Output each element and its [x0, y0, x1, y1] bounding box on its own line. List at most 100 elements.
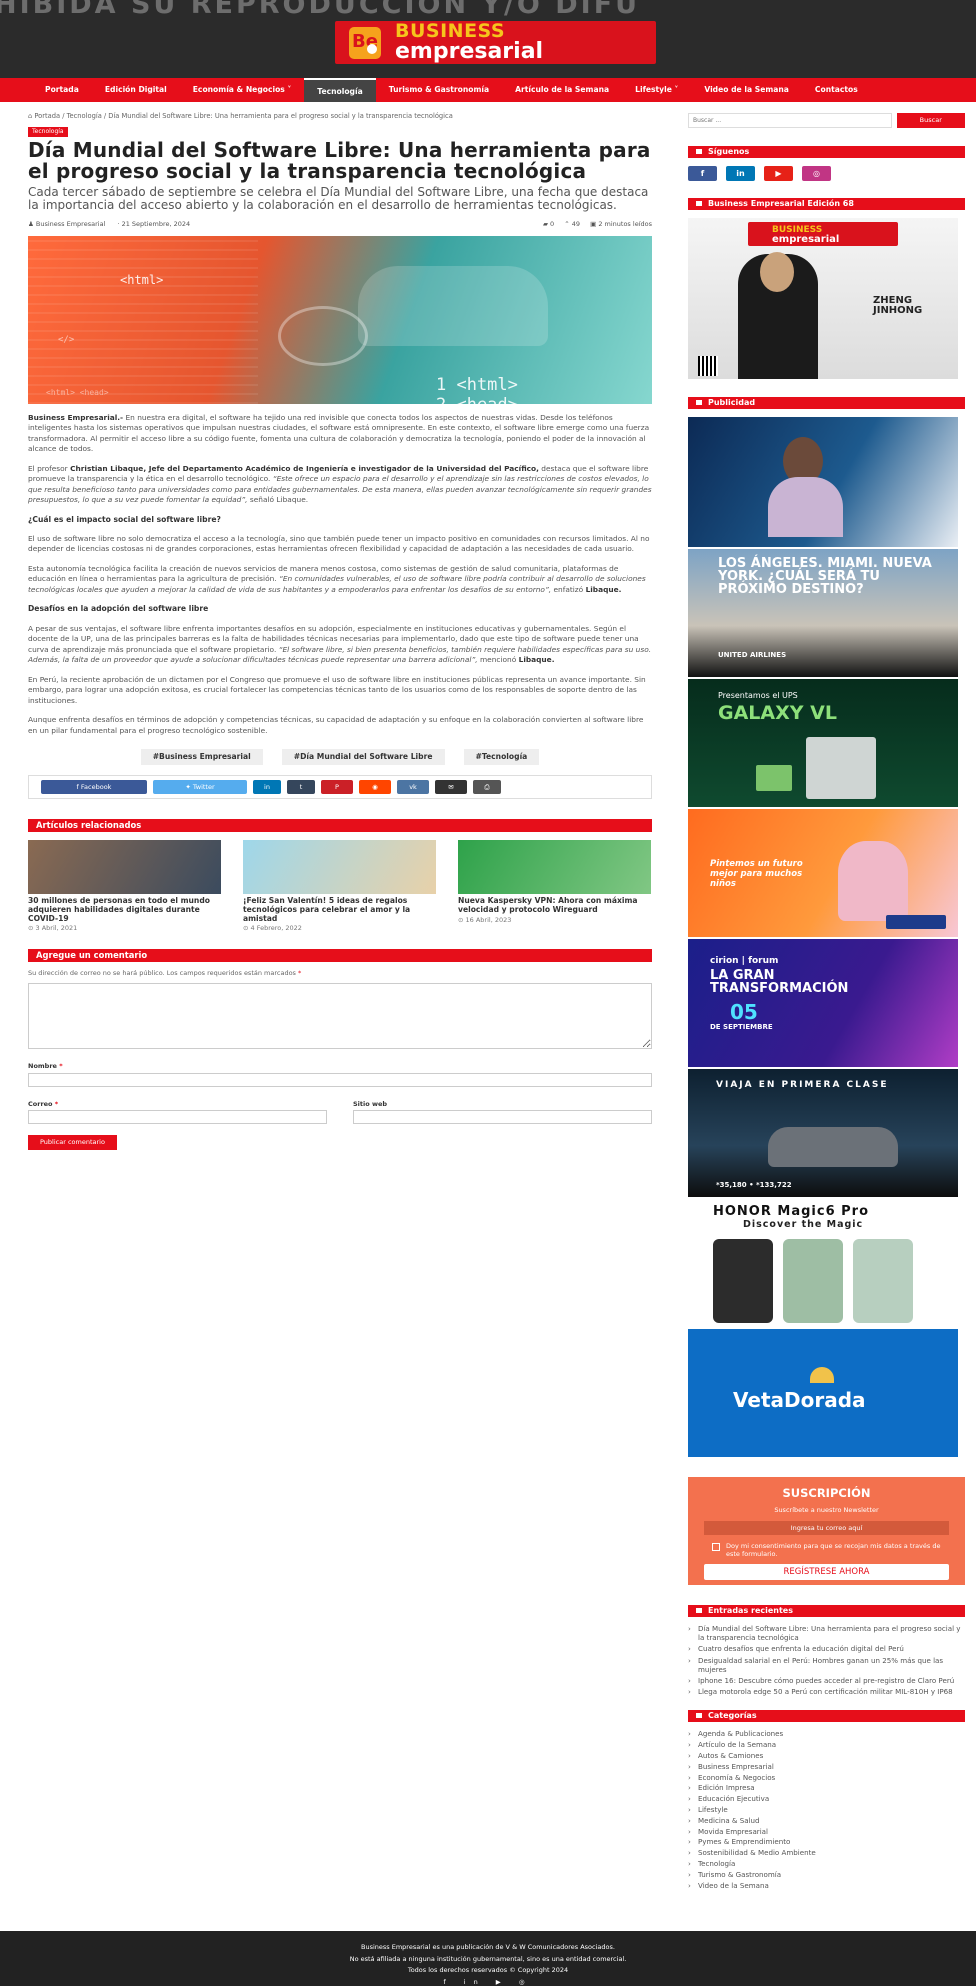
related-card[interactable]: ¡Feliz San Valentín! 5 ideas de regalos … [243, 840, 436, 933]
facebook-share-button[interactable]: f Facebook [41, 780, 147, 795]
twitter-share-button[interactable]: ✦ Twitter [153, 780, 247, 795]
comment-textarea[interactable] [28, 982, 652, 1049]
tumblr-share-button[interactable]: t [287, 780, 315, 795]
section-heading-2: Desafíos en la adopción del software lib… [28, 604, 209, 614]
nav-video-semana[interactable]: Video de la Semana [691, 78, 802, 102]
nav-turismo[interactable]: Turismo & Gastronomía [376, 78, 502, 102]
ad-united-airlines[interactable]: LOS ÁNGELES. MIAMI. NUEVA YORK. ¿CUÁL SE… [688, 549, 958, 677]
reddit-share-button[interactable]: ◉ [359, 780, 391, 795]
email-share-button[interactable]: ✉ [435, 780, 467, 795]
category-badge[interactable]: Tecnología [28, 127, 68, 138]
subscription-email-input[interactable]: Ingresa tu correo aquí [704, 1521, 949, 1536]
ad-bcp[interactable]: Pintemos un futuro mejor para muchos niñ… [688, 809, 958, 937]
subscription-title: SUSCRIPCIÓN [782, 1486, 871, 1500]
category-link[interactable]: Medicina & Salud [688, 1816, 965, 1825]
related-image[interactable] [28, 840, 221, 895]
publish-date: · 21 Septiembre, 2024 [117, 219, 191, 228]
instagram-icon[interactable]: ◎ [802, 166, 831, 181]
ad-ups-galaxy[interactable]: Presentamos el UPS GALAXY VL [688, 679, 958, 807]
magazine-cover[interactable]: BUSINESS empresarial ZHENG JINHONG [688, 218, 958, 379]
subscription-box: SUSCRIPCIÓN Suscríbete a nuestro Newslet… [688, 1477, 965, 1585]
view-count: ⌃ 49 [564, 219, 581, 228]
hero-code-4: 2 <head> [436, 394, 518, 404]
breadcrumb[interactable]: ⌂ Portada / Tecnología / Día Mundial del… [28, 112, 652, 121]
category-link[interactable]: Movida Empresarial [688, 1827, 965, 1836]
ad-honor-sub: Discover the Magic [743, 1219, 864, 1230]
ad-honor[interactable]: HONOR Magic6 Pro Discover the Magic [688, 1199, 958, 1327]
comment-form: Agregue un comentario Su dirección de co… [28, 949, 652, 1151]
ad-vetadorada[interactable]: VetaDorada [688, 1329, 958, 1457]
category-link[interactable]: Tecnología [688, 1859, 965, 1868]
category-link[interactable]: Business Empresarial [688, 1762, 965, 1771]
category-link[interactable]: Turismo & Gastronomía [688, 1870, 965, 1879]
ad-cirion-date: 05 [730, 1000, 758, 1024]
hero-image: <html> </> 1 <html> 2 <head> <html> <hea… [28, 235, 652, 404]
category-link[interactable]: Agenda & Publicaciones [688, 1729, 965, 1738]
related-title[interactable]: Nueva Kaspersky VPN: Ahora con máxima ve… [458, 897, 651, 914]
nav-tecnologia[interactable]: Tecnología [304, 78, 376, 102]
ad-banner-woman[interactable] [688, 417, 958, 547]
ad-cirion-month: DE SEPTIEMBRE [710, 1023, 773, 1031]
related-heading: Artículos relacionados [28, 819, 652, 833]
category-link[interactable]: Sostenibilidad & Medio Ambiente [688, 1848, 965, 1857]
recent-post-link[interactable]: Iphone 16: Descubre cómo puedes acceder … [688, 1676, 965, 1685]
site-logo[interactable]: Be BUSINESS empresarial [335, 21, 656, 64]
pinterest-share-button[interactable]: P [321, 780, 353, 795]
email-field[interactable] [28, 1110, 327, 1125]
category-link[interactable]: Video de la Semana [688, 1881, 965, 1890]
register-button[interactable]: REGÍSTRESE AHORA [704, 1564, 949, 1581]
ad-honor-title: HONOR Magic6 Pro [713, 1204, 870, 1219]
nav-articulo-semana[interactable]: Artículo de la Semana [502, 78, 622, 102]
nav-contactos[interactable]: Contactos [802, 78, 871, 102]
category-link[interactable]: Lifestyle [688, 1805, 965, 1814]
social-links: f in ▶ ◎ [688, 166, 965, 181]
category-link[interactable]: Edición Impresa [688, 1783, 965, 1792]
linkedin-share-button[interactable]: in [253, 780, 281, 795]
facebook-icon[interactable]: f [688, 166, 717, 181]
subscription-subtitle: Suscríbete a nuestro Newsletter [774, 1505, 879, 1514]
search-input[interactable] [688, 113, 892, 128]
category-link[interactable]: Artículo de la Semana [688, 1740, 965, 1749]
related-title[interactable]: 30 millones de personas en todo el mundo… [28, 897, 221, 923]
youtube-icon[interactable]: ▶ [764, 166, 793, 181]
related-card[interactable]: 30 millones de personas en todo el mundo… [28, 840, 221, 933]
ad-cirion[interactable]: cirion | forum LA GRAN TRANSFORMACIÓN 05… [688, 939, 958, 1067]
categories-heading: Categorías [688, 1710, 965, 1723]
tag-business-empresarial[interactable]: #Business Empresarial [140, 749, 263, 766]
site-header: HIBIDA SU REPRODUCCIÓN Y/O DIFU Be BUSIN… [0, 0, 976, 78]
nav-edicion-digital[interactable]: Edición Digital [92, 78, 180, 102]
category-link[interactable]: Economía & Negocios [688, 1773, 965, 1782]
related-image[interactable] [243, 840, 436, 895]
paragraph-1: Business Empresarial.- En nuestra era di… [28, 412, 650, 454]
vk-share-button[interactable]: vk [397, 780, 429, 795]
ad-chery[interactable]: VIAJA EN PRIMERA CLASE *35,180 • *133,72… [688, 1069, 958, 1197]
website-field[interactable] [353, 1110, 652, 1125]
recent-post-link[interactable]: Desigualdad salarial en el Perú: Hombres… [688, 1656, 965, 1674]
author-link[interactable]: ♟ Business Empresarial [28, 220, 105, 228]
print-share-button[interactable]: ⎙ [473, 780, 501, 795]
tag-software-libre[interactable]: #Día Mundial del Software Libre [281, 749, 445, 766]
paragraph-6: En Perú, la reciente aprobación de un di… [28, 674, 646, 705]
footer-social-icons[interactable]: f in ▶ ◎ [0, 1977, 976, 1986]
tag-tecnologia[interactable]: #Tecnología [463, 749, 540, 766]
related-title[interactable]: ¡Feliz San Valentín! 5 ideas de regalos … [243, 897, 436, 923]
recent-post-link[interactable]: Cuatro desafíos que enfrenta la educació… [688, 1644, 965, 1653]
nav-economia[interactable]: Economía & Negocios ˅ [180, 78, 305, 102]
submit-comment-button[interactable]: Publicar comentario [28, 1135, 117, 1151]
related-image[interactable] [458, 840, 651, 895]
category-link[interactable]: Educación Ejecutiva [688, 1794, 965, 1803]
name-field[interactable] [28, 1072, 652, 1087]
header-watermark: HIBIDA SU REPRODUCCIÓN Y/O DIFU [0, 0, 641, 20]
category-link[interactable]: Pymes & Emprendimiento [688, 1837, 965, 1846]
linkedin-icon[interactable]: in [726, 166, 755, 181]
article-title: Día Mundial del Software Libre: Una herr… [28, 138, 651, 184]
nav-lifestyle[interactable]: Lifestyle ˅ [622, 78, 691, 102]
search-button[interactable]: Buscar [896, 113, 965, 128]
category-link[interactable]: Autos & Camiones [688, 1751, 965, 1760]
consent-checkbox[interactable] [712, 1543, 720, 1552]
nav-portada[interactable]: Portada [32, 78, 92, 102]
ad-chery-title: VIAJA EN PRIMERA CLASE [716, 1080, 889, 1090]
recent-post-link[interactable]: Día Mundial del Software Libre: Una herr… [688, 1624, 965, 1642]
recent-post-link[interactable]: Llega motorola edge 50 a Perú con certif… [688, 1687, 965, 1696]
related-card[interactable]: Nueva Kaspersky VPN: Ahora con máxima ve… [458, 840, 651, 933]
